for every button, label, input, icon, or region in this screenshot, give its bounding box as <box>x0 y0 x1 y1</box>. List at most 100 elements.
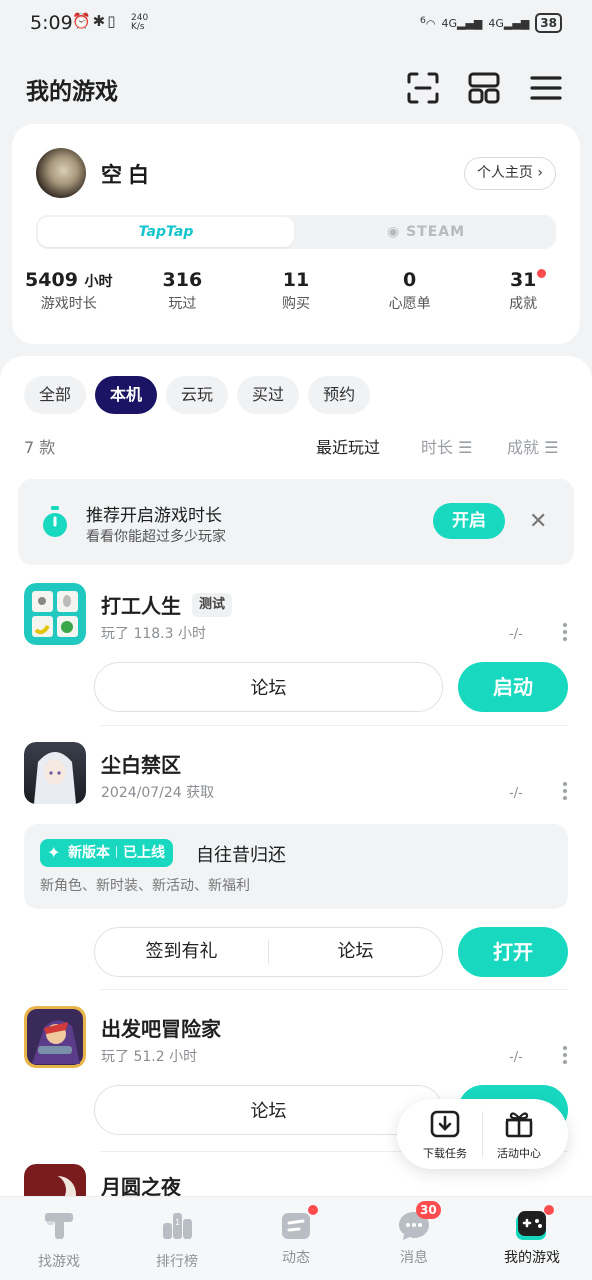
stat-purchased[interactable]: 11 购买 <box>239 269 353 313</box>
game-name[interactable]: 月圆之夜 <box>101 1171 181 1196</box>
games-panel: 全部 本机 云玩 买过 预约 7 款 最近玩过 时长 ☰ 成就 ☰ 推荐开启游戏… <box>0 356 592 1196</box>
stopwatch-icon <box>43 506 67 537</box>
chevron-right-icon: › <box>537 165 543 181</box>
top-bar: 我的游戏 <box>0 58 592 118</box>
update-card[interactable]: ✦ 新版本 已上线 自往昔归还 新角色、新时装、新活动、新福利 <box>24 824 568 909</box>
launch-button[interactable]: 启动 <box>458 662 568 712</box>
game-size: -/- <box>509 627 523 642</box>
signal-icon-1: 4G▂▄▆ <box>441 16 483 30</box>
scan-icon[interactable] <box>405 70 441 106</box>
chip-all[interactable]: 全部 <box>24 376 87 414</box>
stat-playtime[interactable]: 5409 小时 游戏时长 <box>12 269 126 313</box>
game-icon-chufa[interactable] <box>24 1006 86 1068</box>
game-playtime: 玩了 118.3 小时 <box>101 626 206 642</box>
test-badge: 测试 <box>192 593 233 617</box>
battery-icon: 38 <box>535 13 562 33</box>
tab-my-games[interactable]: 我的游戏 <box>482 1205 582 1267</box>
download-icon <box>430 1110 460 1138</box>
game-icon-chenbai[interactable] <box>24 742 86 804</box>
stat-played[interactable]: 316 玩过 <box>126 269 240 313</box>
activity-center-button[interactable]: 活动中心 <box>479 1109 559 1161</box>
stats-row: 5409 小时 游戏时长 316 玩过 11 购买 0 心愿单 31 成就 <box>12 269 580 313</box>
platform-toggle: TapTap ◉ STEAM <box>36 215 556 249</box>
download-tasks-button[interactable]: 下载任务 <box>405 1109 485 1161</box>
sparkle-icon: ✦ <box>47 843 61 862</box>
sort-recent[interactable]: 最近玩过 <box>316 434 380 458</box>
wifi-icon: 6◠ <box>420 15 436 31</box>
game-name[interactable]: 尘白禁区 <box>101 749 181 778</box>
game-count: 7 款 <box>24 438 56 457</box>
my-games-red-dot <box>544 1205 554 1215</box>
game-icon-yueyuan[interactable] <box>24 1164 86 1196</box>
sort-achievement[interactable]: 成就 ☰ <box>507 434 558 458</box>
action-group: 签到有礼 论坛 <box>94 927 443 977</box>
sort-duration[interactable]: 时长 ☰ <box>421 434 472 458</box>
gift-icon <box>505 1112 533 1138</box>
tab-rankings[interactable]: 1 排行榜 <box>127 1207 227 1271</box>
game-icon-dagong[interactable] <box>24 583 86 645</box>
stat-achievements[interactable]: 31 成就 <box>466 269 580 313</box>
sort-icon: ☰ <box>458 438 473 457</box>
divider <box>100 989 568 990</box>
forum-button[interactable]: 论坛 <box>94 662 443 712</box>
taptap-t-icon <box>45 1213 73 1239</box>
avatar[interactable] <box>36 148 86 198</box>
open-button[interactable]: 打开 <box>458 927 568 977</box>
checkin-button[interactable]: 签到有礼 <box>95 928 268 976</box>
network-speed: 240 K/s <box>131 13 149 32</box>
grid-icon[interactable] <box>466 70 502 106</box>
divider <box>100 725 568 726</box>
tab-steam[interactable]: ◉ STEAM <box>298 217 554 247</box>
message-count-badge: 30 <box>416 1201 441 1219</box>
enable-playtime-button[interactable]: 开启 <box>433 503 505 539</box>
page-title: 我的游戏 <box>26 79 118 105</box>
game-item: 尘白禁区 2024/07/24 获取 -/- ✦ 新版本 已上线 自往昔归还 新角色… <box>24 742 568 992</box>
status-icons: ⏰✱▯ <box>72 12 118 30</box>
chip-local[interactable]: 本机 <box>95 376 158 414</box>
chip-reserved[interactable]: 预约 <box>308 376 371 414</box>
playtime-tip-banner: 推荐开启游戏时长 看看你能超过多少玩家 开启 ✕ <box>18 479 574 565</box>
username: 空白 <box>101 163 155 187</box>
sort-row: 7 款 最近玩过 时长 ☰ 成就 ☰ <box>24 434 568 458</box>
new-version-badge: ✦ 新版本 已上线 <box>40 839 173 867</box>
update-subtitle: 新角色、新时装、新活动、新福利 <box>40 878 250 894</box>
game-playtime: 玩了 51.2 小时 <box>101 1049 198 1065</box>
sort-icon: ☰ <box>544 438 559 457</box>
game-size: -/- <box>509 1050 523 1065</box>
game-size: -/- <box>509 786 523 801</box>
status-right: 6◠ 4G▂▄▆ 4G▂▄▆ 38 <box>420 13 562 33</box>
stat-wishlist[interactable]: 0 心愿单 <box>353 269 467 313</box>
signal-icon-2: 4G▂▄▆ <box>488 16 530 30</box>
game-item: 打工人生 测试 玩了 118.3 小时 -/- 论坛 启动 <box>24 583 568 733</box>
tab-find-games[interactable]: 找游戏 <box>9 1207 109 1271</box>
floating-action-card: 下载任务 活动中心 <box>397 1099 568 1169</box>
filter-chips: 全部 本机 云玩 买过 预约 <box>24 376 371 414</box>
tab-feed[interactable]: 动态 <box>246 1205 346 1267</box>
update-title: 自往昔归还 <box>196 845 286 866</box>
forum-button[interactable]: 论坛 <box>94 1085 443 1135</box>
close-icon[interactable]: ✕ <box>529 509 547 534</box>
steam-icon: ◉ <box>386 224 407 240</box>
more-icon[interactable] <box>562 623 568 641</box>
tab-taptap[interactable]: TapTap <box>38 217 294 247</box>
chip-cloud[interactable]: 云玩 <box>166 376 229 414</box>
feed-red-dot <box>308 1205 318 1215</box>
menu-icon[interactable] <box>528 70 564 106</box>
status-time: 5:09 <box>30 12 73 34</box>
tab-messages[interactable]: 30 消息 <box>364 1201 464 1267</box>
profile-button[interactable]: 个人主页 › <box>463 157 556 190</box>
profile-card: 空白 个人主页 › TapTap ◉ STEAM 5409 小时 游戏时长 31… <box>12 124 580 344</box>
game-name[interactable]: 打工人生 <box>101 590 181 619</box>
game-acquired-date: 2024/07/24 获取 <box>101 785 215 801</box>
more-icon[interactable] <box>562 782 568 800</box>
tip-title: 推荐开启游戏时长 <box>86 506 222 526</box>
achievement-red-dot <box>536 269 546 278</box>
game-name[interactable]: 出发吧冒险家 <box>101 1013 221 1042</box>
forum-button[interactable]: 论坛 <box>269 928 442 976</box>
chip-bought[interactable]: 买过 <box>237 376 300 414</box>
status-bar: 5:09 ⏰✱▯ 240 K/s 6◠ 4G▂▄▆ 4G▂▄▆ 38 <box>0 0 592 48</box>
svg-text:1: 1 <box>175 1218 180 1227</box>
bottom-tab-bar: 找游戏 1 排行榜 动态 30 消息 我的游戏 <box>0 1196 592 1280</box>
ranking-icon: 1 <box>163 1213 192 1239</box>
more-icon[interactable] <box>562 1046 568 1064</box>
